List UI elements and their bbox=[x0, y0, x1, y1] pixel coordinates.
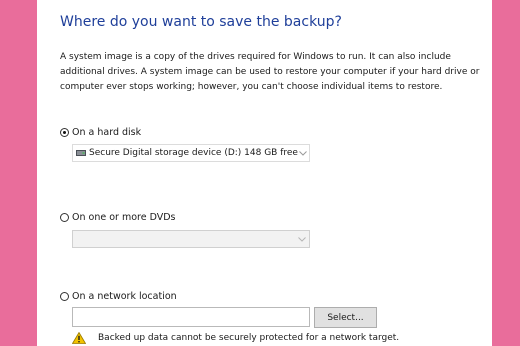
hard-disk-radio[interactable] bbox=[60, 128, 69, 137]
option-network-location[interactable]: On a network location bbox=[60, 291, 177, 302]
chevron-down-icon bbox=[298, 145, 309, 161]
network-warning: Backed up data cannot be securely protec… bbox=[71, 331, 400, 344]
backup-location-dialog: Where do you want to save the backup? A … bbox=[37, 0, 492, 346]
chevron-down-icon bbox=[295, 231, 309, 247]
network-radio[interactable] bbox=[60, 292, 69, 301]
network-path-input[interactable] bbox=[72, 307, 310, 327]
hard-disk-label: On a hard disk bbox=[72, 127, 142, 138]
select-button[interactable]: Select... bbox=[314, 307, 377, 328]
option-hard-disk[interactable]: On a hard disk bbox=[60, 127, 141, 138]
drive-icon bbox=[76, 149, 86, 157]
hard-disk-dropdown[interactable]: Secure Digital storage device (D:) 148 G… bbox=[72, 144, 310, 162]
page-title: Where do you want to save the backup? bbox=[60, 14, 342, 30]
warning-icon bbox=[71, 331, 87, 344]
warning-text: Backed up data cannot be securely protec… bbox=[98, 333, 400, 343]
hard-disk-selected-value: Secure Digital storage device (D:) 148 G… bbox=[89, 148, 298, 158]
dvds-radio[interactable] bbox=[60, 213, 69, 222]
option-dvds[interactable]: On one or more DVDs bbox=[60, 212, 176, 223]
dvd-dropdown[interactable] bbox=[72, 230, 310, 248]
dvds-label: On one or more DVDs bbox=[72, 212, 176, 223]
description-text: A system image is a copy of the drives r… bbox=[60, 52, 480, 92]
network-label: On a network location bbox=[72, 291, 177, 302]
